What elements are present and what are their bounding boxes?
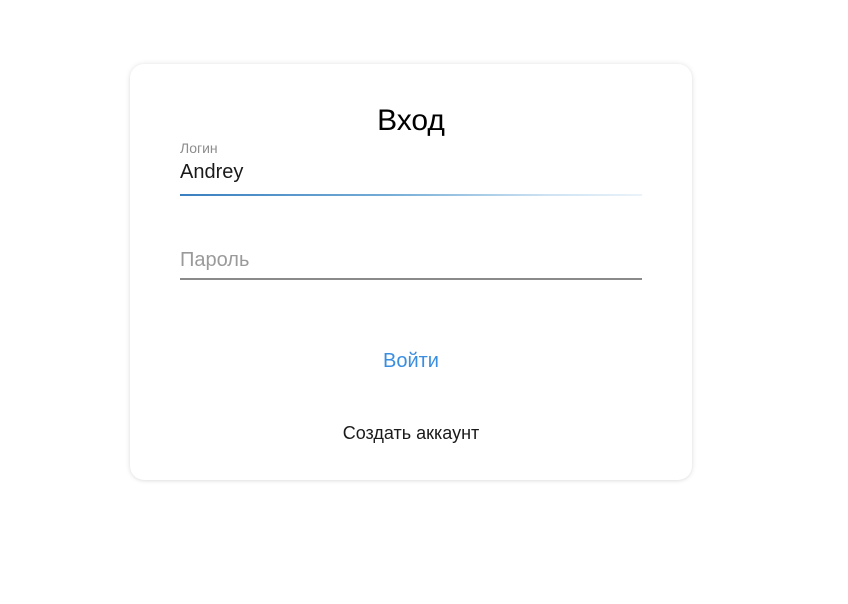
login-button[interactable]: Войти <box>130 348 692 374</box>
password-input[interactable] <box>180 246 642 274</box>
login-input[interactable] <box>180 158 642 186</box>
login-label: Логин <box>180 140 218 156</box>
login-field[interactable]: Логин <box>180 140 642 196</box>
password-field[interactable] <box>180 240 642 280</box>
page-title: Вход <box>377 104 445 137</box>
login-card: Вход Логин Войти Создать аккаунт <box>130 64 692 480</box>
password-underline <box>180 278 642 280</box>
create-account-link[interactable]: Создать аккаунт <box>130 422 692 444</box>
login-underline <box>180 194 642 196</box>
